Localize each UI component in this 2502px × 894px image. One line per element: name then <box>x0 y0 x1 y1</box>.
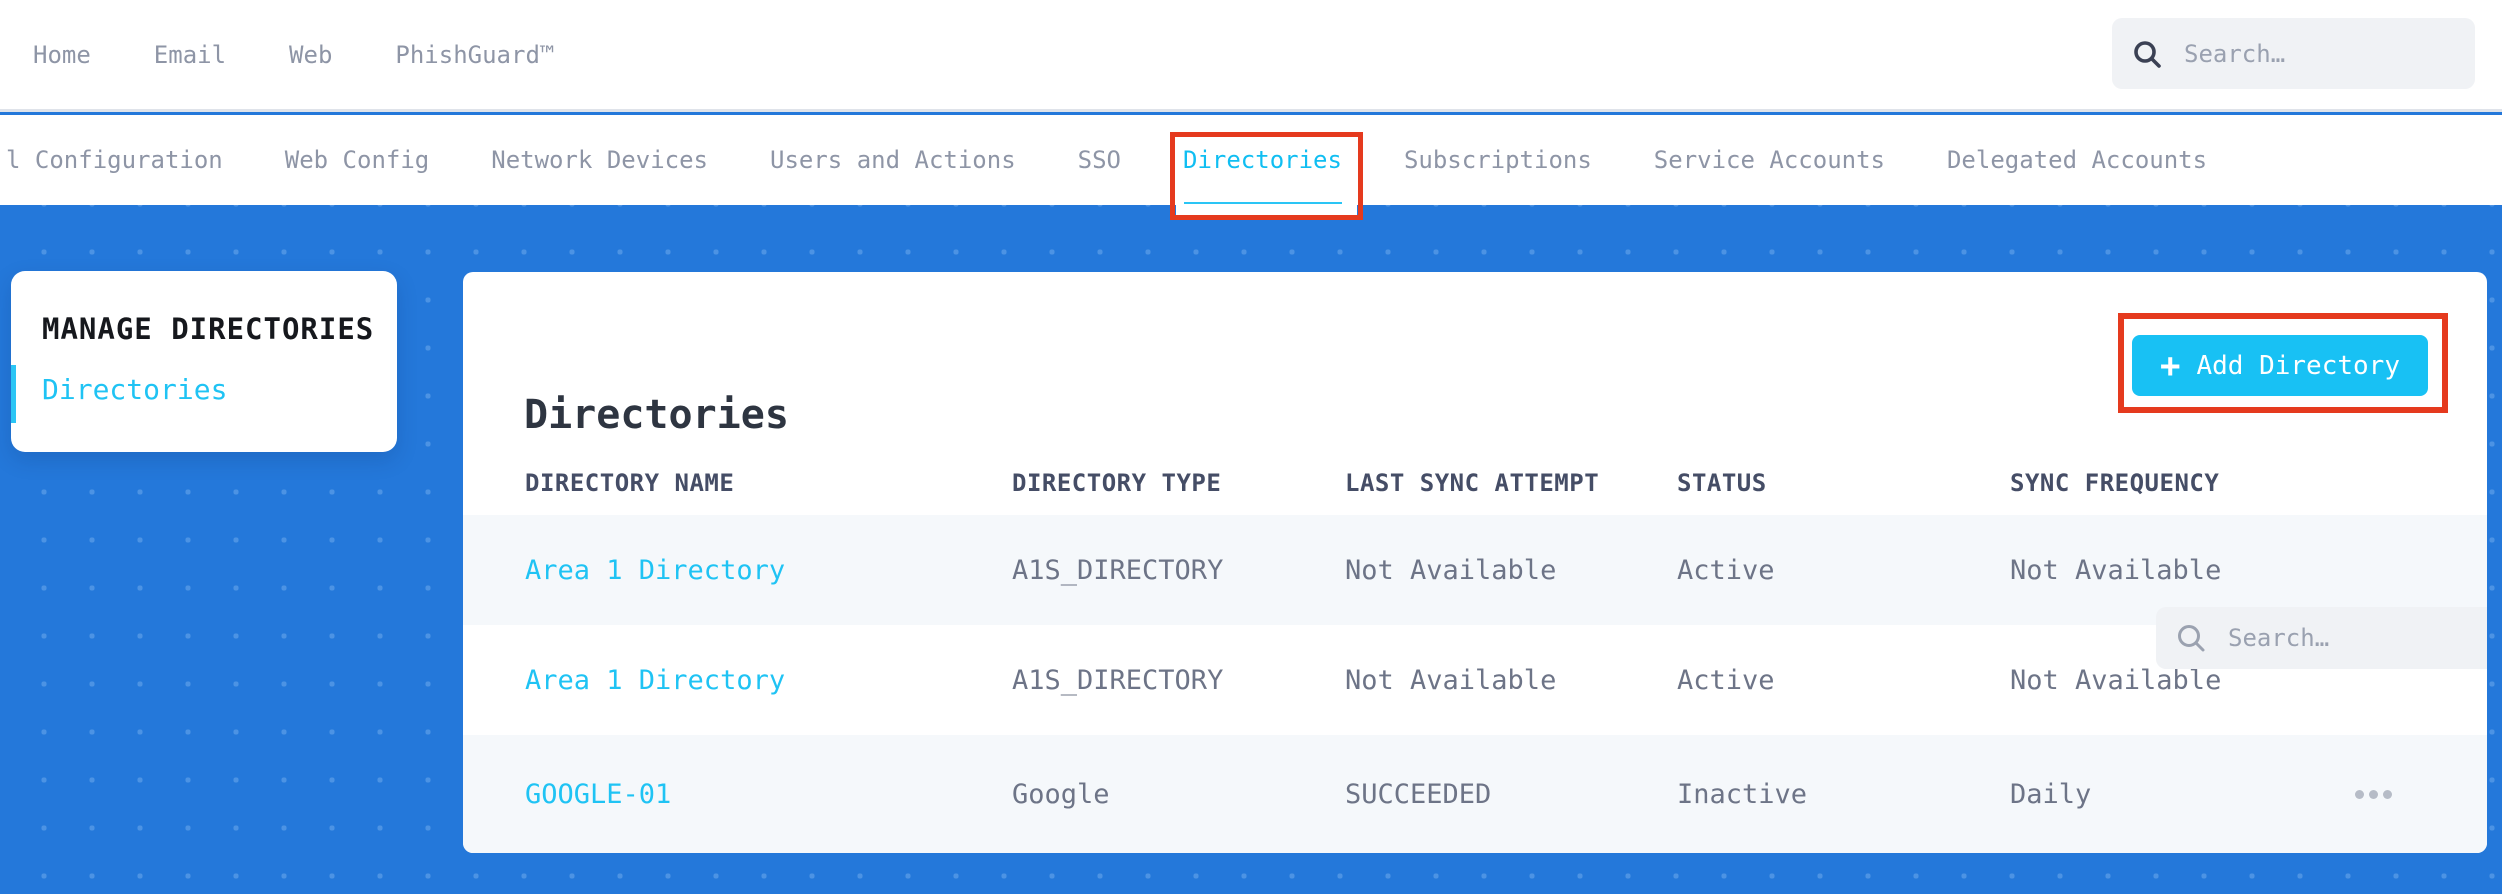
column-header-sync-frequency: SYNC FREQUENCY <box>2010 469 2220 497</box>
tab-email-configuration[interactable]: l Configuration <box>6 146 223 174</box>
nav-item-web[interactable]: Web <box>289 41 332 69</box>
last-sync-cell: Not Available <box>1345 664 1557 696</box>
table-header-row: DIRECTORY NAME DIRECTORY TYPE LAST SYNC … <box>463 465 2487 501</box>
column-header-last-sync: LAST SYNC ATTEMPT <box>1345 469 1600 497</box>
directory-name-link[interactable]: Area 1 Directory <box>525 665 1012 696</box>
sync-frequency-cell: Not Available <box>2010 664 2222 696</box>
tab-users-and-actions[interactable]: Users and Actions <box>770 146 1016 174</box>
directory-type-cell: Google <box>1012 778 1110 810</box>
column-header-directory-type: DIRECTORY TYPE <box>1012 469 1222 497</box>
directories-search-input[interactable] <box>2228 624 2487 652</box>
sync-frequency-cell: Not Available <box>2010 554 2222 586</box>
top-navigation-bar: Home Email Web PhishGuard™ <box>0 0 2502 112</box>
page-title: Directories <box>524 392 789 438</box>
column-header-status: STATUS <box>1677 469 1767 497</box>
search-icon <box>2132 39 2162 69</box>
sidebar-item-directories[interactable]: Directories <box>42 373 397 406</box>
nav-item-home[interactable]: Home <box>33 41 91 69</box>
tab-underline-backdrop <box>1176 204 1357 216</box>
top-nav: Home Email Web PhishGuard™ <box>33 41 554 69</box>
directories-panel: Directories + Add Directory DIRECTORY NA… <box>463 272 2487 853</box>
directories-search[interactable] <box>2156 607 2487 669</box>
card-title: MANAGE DIRECTORIES <box>42 312 375 346</box>
row-actions-menu-icon[interactable] <box>2355 789 2392 799</box>
table-row[interactable]: GOOGLE-01 Google SUCCEEDED Inactive Dail… <box>463 735 2487 853</box>
tab-sso[interactable]: SSO <box>1078 146 1121 174</box>
active-item-indicator <box>11 365 16 423</box>
status-cell: Inactive <box>1677 778 1808 810</box>
tab-network-devices[interactable]: Network Devices <box>491 146 708 174</box>
add-directory-button[interactable]: + Add Directory <box>2132 335 2428 396</box>
tab-web-config[interactable]: Web Config <box>285 146 430 174</box>
tab-directories[interactable]: Directories <box>1183 146 1342 208</box>
status-cell: Active <box>1677 554 1775 586</box>
directory-type-cell: A1S_DIRECTORY <box>1012 664 1224 696</box>
plus-icon: + <box>2160 345 2181 386</box>
tab-service-accounts[interactable]: Service Accounts <box>1654 146 1885 174</box>
tab-subscriptions[interactable]: Subscriptions <box>1404 146 1592 174</box>
global-search[interactable] <box>2112 18 2475 89</box>
nav-item-email[interactable]: Email <box>154 41 226 69</box>
last-sync-cell: Not Available <box>1345 554 1557 586</box>
settings-tabs: l Configuration Web Config Network Devic… <box>6 146 2207 208</box>
directory-name-link[interactable]: Area 1 Directory <box>525 555 1012 586</box>
column-header-directory-name: DIRECTORY NAME <box>525 469 735 497</box>
last-sync-cell: SUCCEEDED <box>1345 778 1492 810</box>
directory-type-cell: A1S_DIRECTORY <box>1012 554 1224 586</box>
tab-delegated-accounts[interactable]: Delegated Accounts <box>1947 146 2207 174</box>
manage-directories-card: MANAGE DIRECTORIES Directories <box>11 271 397 452</box>
sync-frequency-cell: Daily <box>2010 778 2092 810</box>
directory-name-link[interactable]: GOOGLE-01 <box>525 779 1012 810</box>
search-icon <box>2176 623 2206 653</box>
nav-item-phishguard[interactable]: PhishGuard™ <box>395 41 554 69</box>
add-directory-label: Add Directory <box>2196 350 2400 381</box>
tab-directories-label: Directories <box>1183 146 1342 174</box>
global-search-input[interactable] <box>2184 39 2455 68</box>
table-body: Area 1 Directory A1S_DIRECTORY Not Avail… <box>463 515 2487 853</box>
settings-tab-bar: l Configuration Web Config Network Devic… <box>0 115 2502 208</box>
status-cell: Active <box>1677 664 1775 696</box>
